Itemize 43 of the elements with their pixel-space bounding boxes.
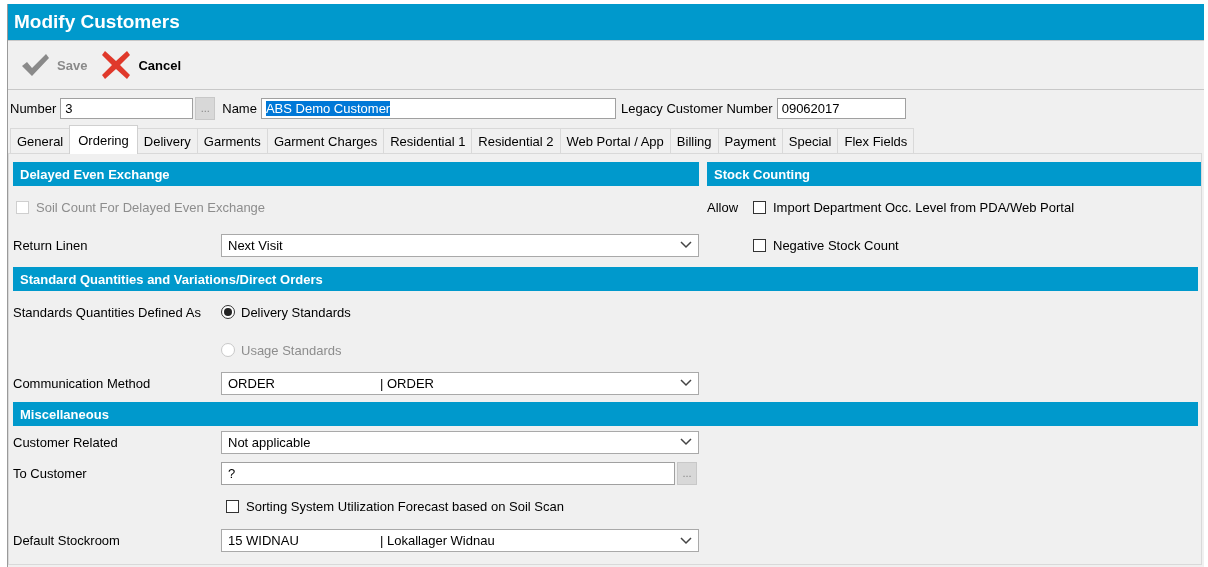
dropdown[interactable]: ORDER | ORDER: [221, 371, 699, 395]
input-field[interactable]: ABS Demo Customer: [260, 97, 616, 119]
field-label: Number: [10, 100, 57, 116]
field-label: Default Stockroom: [13, 533, 121, 548]
checkbox-label: Negative Stock Count: [773, 237, 899, 253]
field-label: To Customer: [13, 465, 88, 481]
radio-label: Delivery Standards: [241, 304, 351, 320]
input-field[interactable]: 09062017: [776, 97, 906, 119]
tab[interactable]: Flex Fields: [837, 128, 915, 153]
chevron-icon: [680, 241, 692, 249]
chevron-icon: [680, 536, 692, 545]
cancel-button[interactable]: Cancel: [97, 48, 185, 82]
field-label: Standards Quantities Defined As: [13, 304, 202, 320]
input-field[interactable]: 3: [60, 97, 194, 119]
close-icon: [101, 50, 132, 80]
checkbox[interactable]: [226, 499, 239, 513]
checkbox-label: Sorting System Utilization Forecast based on Soil Scan: [246, 498, 564, 514]
checkbox[interactable]: [753, 200, 766, 214]
dropdown[interactable]: Next Visit: [221, 233, 699, 257]
checkbox-label: Import Department Occ. Level from PDA/Web Portal: [773, 199, 1075, 215]
section-header: Standard Quantities and Variations/Direct Orders: [13, 267, 1198, 291]
tab[interactable]: General: [10, 128, 71, 153]
field-label: Name: [222, 100, 257, 116]
field-label: Return Linen: [13, 237, 89, 253]
chevron-icon: [680, 379, 692, 387]
field-label: Allow: [707, 199, 740, 215]
radio-button[interactable]: [221, 305, 235, 319]
field-label: Communication Method: [13, 375, 152, 391]
field-label: Legacy Customer Number: [620, 100, 773, 116]
window-title: Modify Customers: [14, 11, 180, 33]
input-field[interactable]: ?: [221, 461, 675, 485]
field-label: Customer Related: [13, 434, 119, 450]
section-header: Miscellaneous: [13, 402, 1198, 426]
tab[interactable]: Ordering: [69, 125, 138, 154]
checkbox-label: Soil Count For Delayed Even Exchange: [36, 199, 266, 215]
dropdown[interactable]: 15 WIDNAU | Lokallager Widnau: [221, 529, 699, 552]
checkbox[interactable]: [753, 238, 766, 252]
radio-label: Usage Standards: [241, 342, 342, 358]
checkmark-icon: [20, 52, 50, 78]
dropdown[interactable]: Not applicable: [221, 430, 699, 454]
section-header: Stock Counting: [707, 162, 1201, 186]
section-header: Delayed Even Exchange: [13, 162, 699, 186]
chevron-icon: [680, 438, 692, 446]
